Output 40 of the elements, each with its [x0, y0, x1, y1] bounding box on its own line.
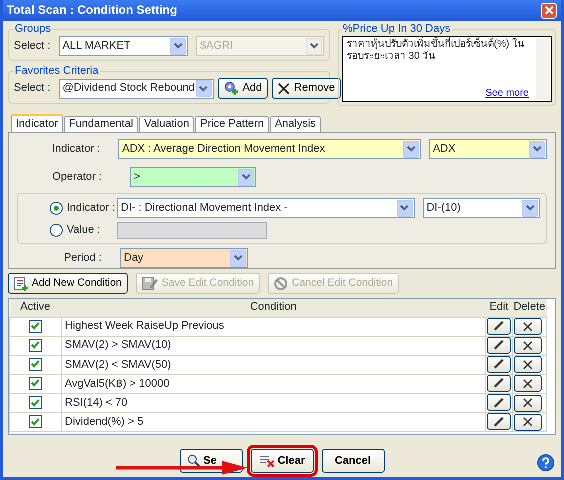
dropdown[interactable]: @Dividend Stock Rebound: [58, 78, 214, 98]
field-label: Select :: [14, 82, 51, 95]
field-label: Indicator :: [67, 202, 116, 214]
table-cell: SMAV(2) > SMAV(10): [62, 336, 486, 356]
field-label: Period :: [63, 252, 103, 264]
cancel-button[interactable]: Cancel: [322, 449, 384, 473]
field-label: Select :: [14, 40, 51, 52]
dropdown[interactable]: ALL MARKET: [58, 36, 188, 56]
column-header: Edit: [486, 299, 513, 317]
add-condition-button[interactable]: Add New Condition: [8, 273, 128, 294]
table-cell: Dividend(%) > 5: [62, 412, 486, 432]
remove-button[interactable]: Remove: [272, 78, 342, 99]
column-header: Active: [10, 299, 62, 317]
tab[interactable]: Price Pattern: [195, 116, 270, 132]
field-label: Indicator :: [51, 142, 102, 156]
tab[interactable]: Valuation: [139, 116, 194, 132]
tab[interactable]: Indicator: [11, 114, 64, 132]
see-more-link[interactable]: See more: [486, 88, 529, 99]
dropdown[interactable]: ADX : Average Direction Movement Index: [118, 139, 422, 159]
table-cell: AvgVal5(K฿) > 10000: [62, 374, 486, 394]
dropdown[interactable]: Day: [120, 248, 248, 268]
dropdown[interactable]: DI- : Directional Movement Index -: [117, 198, 415, 218]
column-header: Condition: [62, 299, 486, 317]
group-label: Favorites Criteria: [14, 65, 100, 78]
group-label: %Price Up In 30 Days: [342, 23, 452, 36]
field-label: Value :: [67, 224, 100, 237]
table-cell: Highest Week RaiseUp Previous: [62, 317, 486, 336]
table-cell: RSI(14) < 70: [62, 394, 486, 413]
dropdown[interactable]: DI-(10): [422, 198, 540, 218]
column-header: Delete: [512, 299, 546, 317]
field-label: Operator :: [51, 170, 103, 184]
dropdown[interactable]: >: [130, 167, 256, 187]
tab[interactable]: Fundamental: [64, 116, 138, 132]
table-cell: SMAV(2) < SMAV(50): [62, 355, 486, 374]
add-button[interactable]: Add: [218, 78, 268, 99]
dropdown[interactable]: ADX: [429, 139, 547, 159]
description-text: ราคาหุ้นปรับตัวเพิ่มขึ้นกี่เปอร์เซ็นต์(%) ในรอบระยะเวลา 30 วัน: [347, 39, 547, 62]
window-title: Total Scan : Condition Setting: [7, 4, 178, 18]
group-label: Groups: [14, 23, 52, 36]
tab[interactable]: Analysis: [270, 116, 322, 132]
